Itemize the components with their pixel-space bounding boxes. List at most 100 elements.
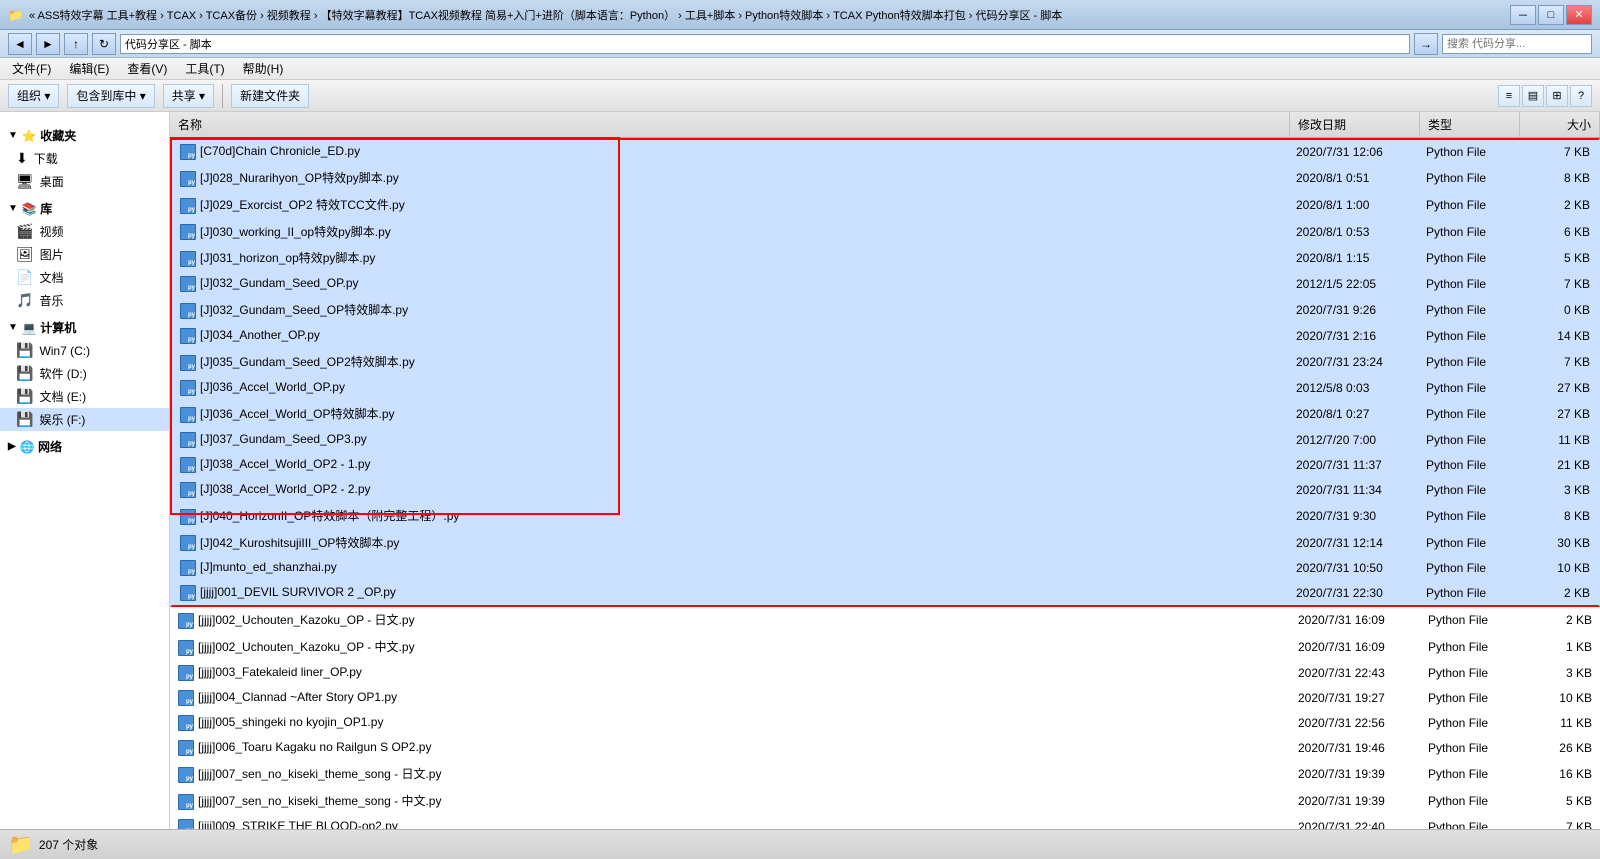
favorites-header[interactable]: ▼ ⭐ 收藏夹 — [0, 124, 169, 147]
file-name-cell: [J]038_Accel_World_OP2 - 2.py — [172, 480, 1288, 500]
favorites-group: ▼ ⭐ 收藏夹 ⬇ 下载 🖥 桌面 — [0, 124, 169, 193]
file-size-cell: 2 KB — [1518, 584, 1598, 602]
table-row[interactable]: [J]038_Accel_World_OP2 - 1.py2020/7/31 1… — [170, 453, 1600, 478]
file-name-cell: [J]042_KuroshitsujiIII_OP特效脚本.py — [172, 532, 1288, 554]
table-row[interactable]: [jjjj]007_sen_no_kiseki_theme_song - 中文.… — [170, 788, 1600, 815]
file-rows: [C70d]Chain Chronicle_ED.py2020/7/31 12:… — [170, 138, 1600, 829]
file-date-cell: 2020/8/1 1:15 — [1288, 249, 1418, 267]
table-row[interactable]: [J]040_HorizonII_OP特效脚本（附完整工程）.py2020/7/… — [170, 503, 1600, 530]
column-header-date[interactable]: 修改日期 — [1290, 112, 1420, 137]
table-row[interactable]: [J]032_Gundam_Seed_OP特效脚本.py2020/7/31 9:… — [170, 297, 1600, 324]
file-name: [J]032_Gundam_Seed_OP特效脚本.py — [200, 303, 408, 317]
file-type-cell: Python File — [1418, 559, 1518, 577]
file-date-cell: 2020/7/31 9:30 — [1288, 507, 1418, 525]
column-header-size[interactable]: 大小 — [1520, 112, 1600, 137]
close-button[interactable]: ✕ — [1566, 5, 1592, 25]
table-row[interactable]: [jjjj]006_Toaru Kagaku no Railgun S OP2.… — [170, 736, 1600, 761]
minimize-button[interactable]: － — [1510, 5, 1536, 25]
sidebar-item-document[interactable]: 📄 文档 — [0, 266, 169, 289]
new-folder-button[interactable]: 新建文件夹 — [231, 84, 309, 108]
table-row[interactable]: [J]031_horizon_op特效py脚本.py2020/8/1 1:15P… — [170, 245, 1600, 272]
python-file-icon — [178, 740, 194, 756]
menu-file[interactable]: 文件(F) — [4, 58, 59, 79]
file-type-cell: Python File — [1418, 405, 1518, 423]
window-controls: － □ ✕ — [1510, 5, 1592, 25]
document-icon: 📄 — [16, 269, 33, 286]
address-bar: ◄ ► ↑ ↻ → — [0, 30, 1600, 58]
file-name-cell: [J]035_Gundam_Seed_OP2特效脚本.py — [172, 351, 1288, 373]
table-row[interactable]: [J]munto_ed_shanzhai.py2020/7/31 10:50Py… — [170, 556, 1600, 581]
python-file-icon — [180, 144, 196, 160]
up-button[interactable]: ↑ — [64, 33, 88, 55]
table-row[interactable]: [jjjj]004_Clannad ~After Story OP1.py202… — [170, 686, 1600, 711]
organize-button[interactable]: 组织 ▾ — [8, 84, 59, 108]
libraries-label: 📚 库 — [22, 200, 52, 217]
file-name-cell: [J]038_Accel_World_OP2 - 1.py — [172, 455, 1288, 475]
forward-button[interactable]: ► — [36, 33, 60, 55]
sidebar-item-video[interactable]: 🎬 视频 — [0, 220, 169, 243]
table-row[interactable]: [J]042_KuroshitsujiIII_OP特效脚本.py2020/7/3… — [170, 530, 1600, 557]
sidebar-item-picture[interactable]: 🖼 图片 — [0, 243, 169, 266]
file-name-cell: [J]029_Exorcist_OP2 特效TCC文件.py — [172, 194, 1288, 216]
view-details-button[interactable]: ≡ — [1498, 85, 1520, 107]
network-header[interactable]: ▶ 🌐 网络 — [0, 435, 169, 458]
python-file-icon — [180, 276, 196, 292]
table-row[interactable]: [C70d]Chain Chronicle_ED.py2020/7/31 12:… — [170, 138, 1600, 165]
file-date-cell: 2020/7/31 2:16 — [1288, 327, 1418, 345]
file-name: [jjjj]003_Fatekaleid liner_OP.py — [198, 665, 362, 679]
table-row[interactable]: [jjjj]005_shingeki no kyojin_OP1.py2020/… — [170, 711, 1600, 736]
table-row[interactable]: [J]034_Another_OP.py2020/7/31 2:16Python… — [170, 324, 1600, 349]
table-row[interactable]: [jjjj]009_STRIKE THE BLOOD-op2.py2020/7/… — [170, 815, 1600, 829]
menu-tools[interactable]: 工具(T) — [177, 58, 232, 79]
table-row[interactable]: [J]029_Exorcist_OP2 特效TCC文件.py2020/8/1 1… — [170, 192, 1600, 219]
table-row[interactable]: [J]030_working_II_op特效py脚本.py2020/8/1 0:… — [170, 219, 1600, 246]
sidebar-item-c-drive[interactable]: 💾 Win7 (C:) — [0, 339, 169, 362]
table-row[interactable]: [J]028_Nurarihyon_OP特效py脚本.py2020/8/1 0:… — [170, 165, 1600, 192]
python-file-icon — [178, 640, 194, 656]
file-name: [J]036_Accel_World_OP.py — [200, 380, 345, 394]
maximize-button[interactable]: □ — [1538, 5, 1564, 25]
table-row[interactable]: [J]035_Gundam_Seed_OP2特效脚本.py2020/7/31 2… — [170, 349, 1600, 376]
table-row[interactable]: [jjjj]007_sen_no_kiseki_theme_song - 日文.… — [170, 761, 1600, 788]
sidebar-item-desktop[interactable]: 🖥 桌面 — [0, 170, 169, 193]
view-help-button[interactable]: ? — [1570, 85, 1592, 107]
file-type-cell: Python File — [1420, 664, 1520, 682]
sidebar-item-f-drive[interactable]: 💾 娱乐 (F:) — [0, 408, 169, 431]
view-icons-button[interactable]: ⊞ — [1546, 85, 1568, 107]
menu-help[interactable]: 帮助(H) — [235, 58, 292, 79]
file-type-cell: Python File — [1420, 638, 1520, 656]
file-name-cell: [jjjj]001_DEVIL SURVIVOR 2 _OP.py — [172, 583, 1288, 603]
table-row[interactable]: [jjjj]003_Fatekaleid liner_OP.py2020/7/3… — [170, 661, 1600, 686]
table-row[interactable]: [J]038_Accel_World_OP2 - 2.py2020/7/31 1… — [170, 478, 1600, 503]
file-size-cell: 26 KB — [1520, 739, 1600, 757]
file-size-cell: 2 KB — [1518, 196, 1598, 214]
table-row[interactable]: [jjjj]001_DEVIL SURVIVOR 2 _OP.py2020/7/… — [170, 581, 1600, 607]
refresh-button[interactable]: ↻ — [92, 33, 116, 55]
address-input[interactable] — [120, 34, 1410, 54]
include-library-button[interactable]: 包含到库中 ▾ — [67, 84, 154, 108]
sidebar-item-music[interactable]: 🎵 音乐 — [0, 289, 169, 312]
sidebar-item-download[interactable]: ⬇ 下载 — [0, 147, 169, 170]
sidebar-item-e-drive[interactable]: 💾 文档 (E:) — [0, 385, 169, 408]
column-header-name[interactable]: 名称 — [170, 112, 1290, 137]
table-row[interactable]: [J]036_Accel_World_OP特效脚本.py2020/8/1 0:2… — [170, 401, 1600, 428]
menu-edit[interactable]: 编辑(E) — [61, 58, 117, 79]
share-button[interactable]: 共享 ▾ — [163, 84, 214, 108]
table-row[interactable]: [J]036_Accel_World_OP.py2012/5/8 0:03Pyt… — [170, 376, 1600, 401]
column-header-type[interactable]: 类型 — [1420, 112, 1520, 137]
libraries-header[interactable]: ▼ 📚 库 — [0, 197, 169, 220]
file-name: [J]031_horizon_op特效py脚本.py — [200, 251, 375, 265]
file-date-cell: 2020/8/1 0:27 — [1288, 405, 1418, 423]
table-row[interactable]: [J]032_Gundam_Seed_OP.py2012/1/5 22:05Py… — [170, 272, 1600, 297]
view-list-button[interactable]: ▤ — [1522, 85, 1544, 107]
file-size-cell: 16 KB — [1520, 765, 1600, 783]
search-input[interactable] — [1442, 34, 1592, 54]
table-row[interactable]: [jjjj]002_Uchouten_Kazoku_OP - 日文.py2020… — [170, 607, 1600, 634]
back-button[interactable]: ◄ — [8, 33, 32, 55]
table-row[interactable]: [jjjj]002_Uchouten_Kazoku_OP - 中文.py2020… — [170, 634, 1600, 661]
menu-view[interactable]: 查看(V) — [119, 58, 175, 79]
go-button[interactable]: → — [1414, 33, 1438, 55]
sidebar-item-d-drive[interactable]: 💾 软件 (D:) — [0, 362, 169, 385]
computer-header[interactable]: ▼ 💻 计算机 — [0, 316, 169, 339]
table-row[interactable]: [J]037_Gundam_Seed_OP3.py2012/7/20 7:00P… — [170, 428, 1600, 453]
